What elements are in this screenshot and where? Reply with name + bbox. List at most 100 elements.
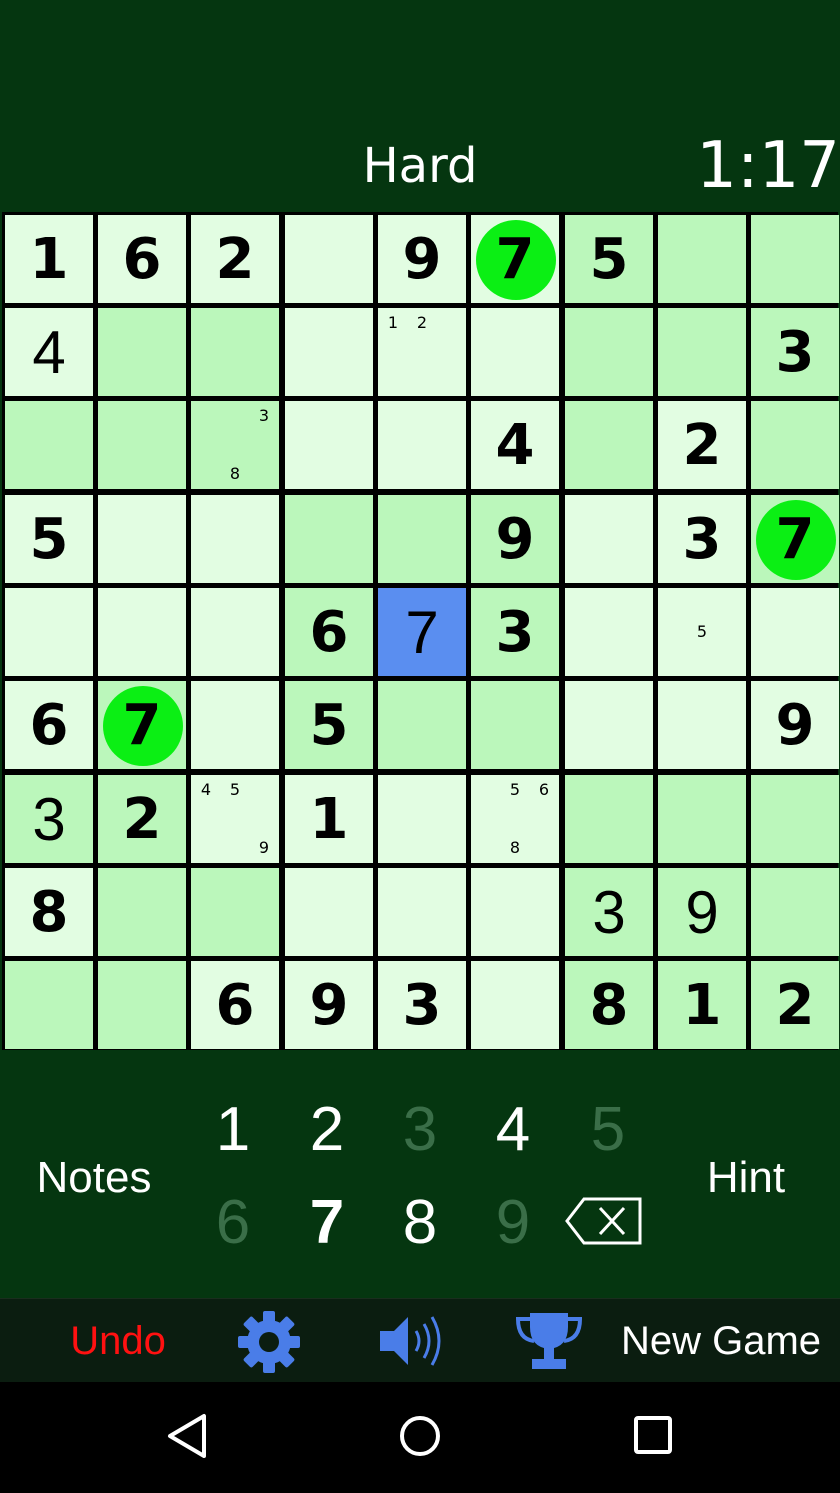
notes-button[interactable]: Notes xyxy=(0,1148,188,1208)
board-cell[interactable] xyxy=(751,868,839,956)
board-cell[interactable]: 3 xyxy=(5,775,93,863)
trophy-icon[interactable] xyxy=(514,1309,584,1373)
board-cell[interactable] xyxy=(751,401,839,489)
digit-button-8[interactable]: 8 xyxy=(380,1183,460,1263)
board-cell[interactable]: 5 xyxy=(565,215,653,303)
board-cell[interactable]: 1 xyxy=(658,961,746,1049)
board-cell[interactable]: 9 xyxy=(378,215,466,303)
board-cell[interactable]: 45 9 xyxy=(191,775,279,863)
board-cell[interactable] xyxy=(98,401,186,489)
board-cell[interactable]: 1 xyxy=(285,775,373,863)
board-cell[interactable]: 5 xyxy=(285,681,373,769)
board-cell[interactable] xyxy=(5,961,93,1049)
board-cell[interactable] xyxy=(565,681,653,769)
digit-button-3[interactable]: 3 xyxy=(380,1090,460,1170)
board-cell[interactable] xyxy=(98,495,186,583)
undo-button[interactable]: Undo xyxy=(40,1299,196,1383)
board-cell[interactable]: 56 8 xyxy=(471,775,559,863)
board-cell[interactable] xyxy=(191,495,279,583)
home-circle-icon[interactable] xyxy=(392,1408,448,1464)
board-cell[interactable] xyxy=(378,401,466,489)
board-cell[interactable]: 9 xyxy=(658,868,746,956)
board-cell[interactable]: 5 xyxy=(658,588,746,676)
board-cell[interactable] xyxy=(658,681,746,769)
digit-button-9[interactable]: 9 xyxy=(473,1183,553,1263)
digit-button-5[interactable]: 5 xyxy=(568,1090,648,1170)
board-cell[interactable] xyxy=(565,588,653,676)
board-cell[interactable] xyxy=(658,215,746,303)
board-cell[interactable] xyxy=(471,308,559,396)
board-cell[interactable] xyxy=(285,401,373,489)
board-cell[interactable] xyxy=(751,588,839,676)
board-cell[interactable]: 5 xyxy=(5,495,93,583)
board-cell[interactable] xyxy=(658,775,746,863)
board-cell[interactable]: 9 xyxy=(471,495,559,583)
board-cell[interactable] xyxy=(751,775,839,863)
recent-square-icon[interactable] xyxy=(626,1408,682,1464)
gear-icon[interactable] xyxy=(236,1309,302,1375)
board-cell[interactable]: 3 xyxy=(471,588,559,676)
board-cell[interactable]: 6 xyxy=(285,588,373,676)
new-game-button[interactable]: New Game xyxy=(612,1299,830,1383)
board-cell[interactable]: 3 xyxy=(378,961,466,1049)
board-cell[interactable]: 9 xyxy=(751,681,839,769)
board-cell[interactable] xyxy=(658,308,746,396)
board-cell[interactable] xyxy=(5,401,93,489)
board-cell[interactable] xyxy=(565,401,653,489)
digit-button-2[interactable]: 2 xyxy=(287,1090,367,1170)
board-cell[interactable] xyxy=(285,868,373,956)
board-cell[interactable] xyxy=(471,961,559,1049)
digit-button-6[interactable]: 6 xyxy=(193,1183,273,1263)
board-cell[interactable]: 6 xyxy=(98,215,186,303)
board-cell[interactable]: 7 xyxy=(471,215,559,303)
board-cell[interactable]: 8 xyxy=(5,868,93,956)
board-cell[interactable] xyxy=(191,868,279,956)
board-cell[interactable] xyxy=(565,495,653,583)
board-cell[interactable] xyxy=(285,308,373,396)
board-cell[interactable] xyxy=(378,681,466,769)
hint-button[interactable]: Hint xyxy=(652,1148,840,1208)
board-cell[interactable]: 9 xyxy=(285,961,373,1049)
board-cell[interactable]: 12 xyxy=(378,308,466,396)
board-cell[interactable]: 2 xyxy=(751,961,839,1049)
board-cell[interactable] xyxy=(378,868,466,956)
board-cell[interactable]: 1 xyxy=(5,215,93,303)
board-cell[interactable]: 2 xyxy=(98,775,186,863)
board-cell[interactable]: 7 xyxy=(751,495,839,583)
board-cell[interactable]: 6 xyxy=(5,681,93,769)
board-cell[interactable] xyxy=(471,868,559,956)
board-cell[interactable]: 4 xyxy=(5,308,93,396)
board-cell[interactable] xyxy=(285,495,373,583)
board-cell[interactable]: 3 xyxy=(565,868,653,956)
digit-button-7[interactable]: 7 xyxy=(287,1183,367,1263)
board-cell[interactable]: 8 xyxy=(565,961,653,1049)
board-cell[interactable]: 3 xyxy=(751,308,839,396)
board-cell[interactable]: 3 xyxy=(658,495,746,583)
board-cell[interactable]: 2 xyxy=(658,401,746,489)
digit-button-4[interactable]: 4 xyxy=(473,1090,553,1170)
digit-button-1[interactable]: 1 xyxy=(193,1090,273,1170)
board-cell[interactable]: 2 xyxy=(191,215,279,303)
board-cell[interactable] xyxy=(471,681,559,769)
board-cell[interactable] xyxy=(5,588,93,676)
board-cell[interactable] xyxy=(98,961,186,1049)
board-cell[interactable]: 7 xyxy=(378,588,466,676)
board-cell[interactable] xyxy=(285,215,373,303)
board-cell[interactable] xyxy=(98,588,186,676)
board-cell[interactable] xyxy=(378,775,466,863)
speaker-icon[interactable] xyxy=(376,1311,446,1371)
board-cell[interactable]: 7 xyxy=(98,681,186,769)
board-cell[interactable] xyxy=(98,308,186,396)
back-triangle-icon[interactable] xyxy=(160,1408,216,1464)
board-cell[interactable] xyxy=(191,588,279,676)
board-cell[interactable] xyxy=(191,308,279,396)
backspace-icon[interactable] xyxy=(564,1195,644,1247)
board-cell[interactable] xyxy=(751,215,839,303)
board-cell[interactable]: 4 xyxy=(471,401,559,489)
board-cell[interactable]: 38 xyxy=(191,401,279,489)
board-cell[interactable] xyxy=(98,868,186,956)
board-cell[interactable] xyxy=(191,681,279,769)
board-cell[interactable] xyxy=(378,495,466,583)
board-cell[interactable] xyxy=(565,308,653,396)
board-cell[interactable]: 6 xyxy=(191,961,279,1049)
